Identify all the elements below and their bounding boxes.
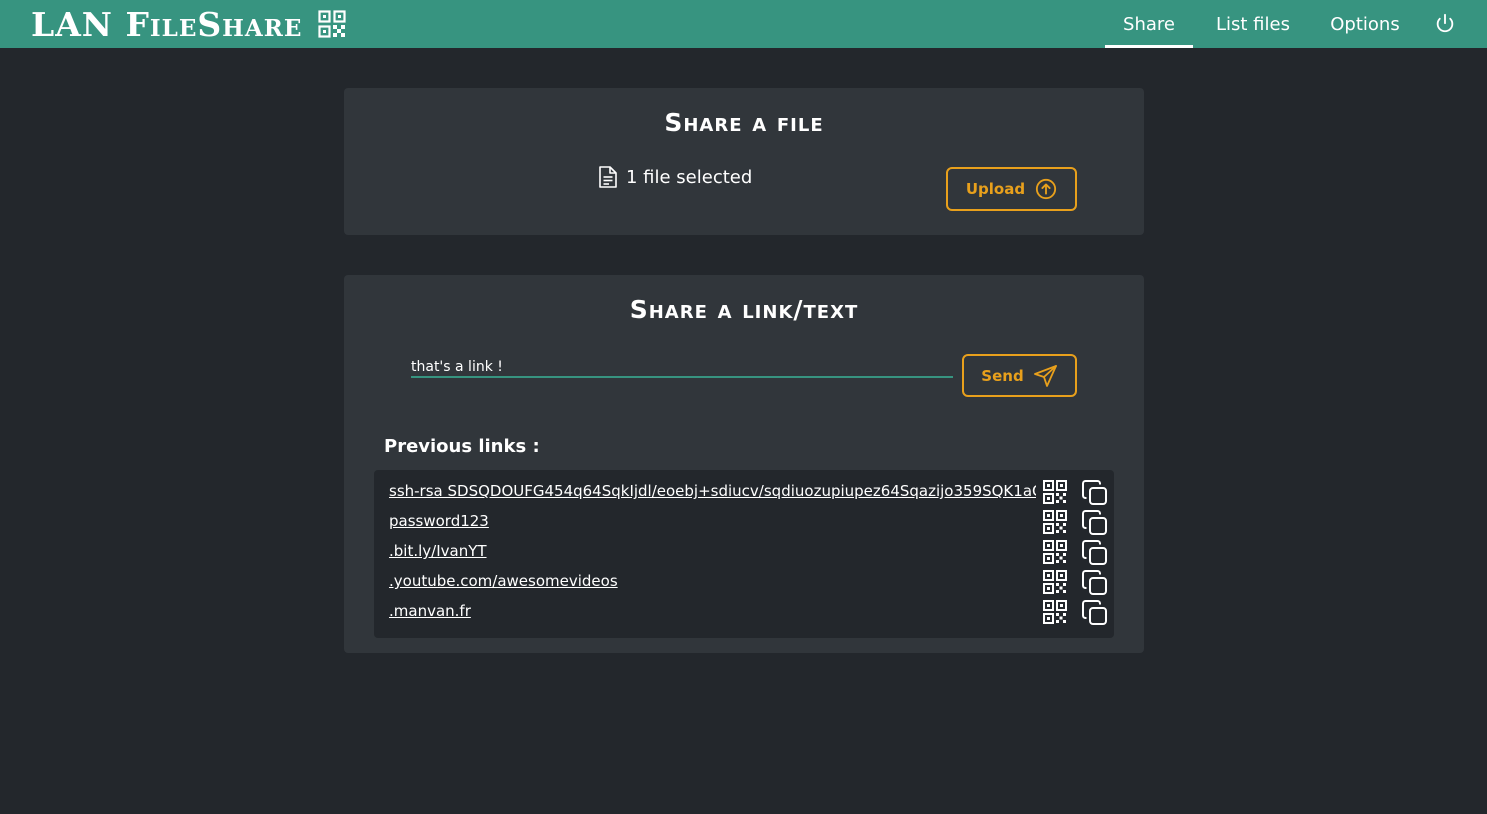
show-qr-button[interactable] bbox=[1043, 600, 1067, 624]
show-qr-button[interactable] bbox=[1043, 540, 1067, 564]
link-text[interactable]: .youtube.com/awesomevideos bbox=[389, 572, 1036, 590]
show-qr-button[interactable] bbox=[1043, 570, 1067, 594]
nav-list-files-label: List files bbox=[1216, 13, 1290, 35]
logout-button[interactable] bbox=[1430, 0, 1460, 48]
nav-options[interactable]: Options bbox=[1321, 0, 1409, 48]
power-icon bbox=[1436, 13, 1454, 33]
active-tab-indicator bbox=[1105, 45, 1193, 48]
nav-share-label: Share bbox=[1123, 13, 1175, 35]
nav-list-files[interactable]: List files bbox=[1206, 0, 1300, 48]
brand-title: LAN FileShare bbox=[31, 4, 303, 44]
arrow-up-circle-icon bbox=[1036, 178, 1057, 200]
copy-icon bbox=[1082, 510, 1107, 535]
qr-code-icon bbox=[1043, 600, 1067, 624]
file-status-text: 1 file selected bbox=[626, 166, 753, 188]
list-item: password123 bbox=[374, 508, 1114, 538]
send-button-label: Send bbox=[981, 366, 1024, 385]
copy-button[interactable] bbox=[1081, 569, 1108, 596]
share-file-title: Share a file bbox=[664, 108, 824, 137]
file-picker[interactable]: 1 file selected bbox=[598, 164, 752, 190]
copy-icon bbox=[1082, 600, 1107, 625]
qr-code-icon bbox=[1043, 570, 1067, 594]
qr-code-icon bbox=[318, 10, 347, 38]
list-item: .youtube.com/awesomevideos bbox=[374, 568, 1114, 598]
previous-links-list: ssh-rsa SDSQDOUFG454q64SqkIjdl/eoebj+sdi… bbox=[374, 470, 1114, 638]
list-item: .manvan.fr bbox=[374, 598, 1114, 628]
list-item: .bit.ly/IvanYT bbox=[374, 538, 1114, 568]
link-text[interactable]: .bit.ly/IvanYT bbox=[389, 542, 1036, 560]
link-text[interactable]: ssh-rsa SDSQDOUFG454q64SqkIjdl/eoebj+sdi… bbox=[389, 482, 1036, 500]
link-text[interactable]: password123 bbox=[389, 512, 1036, 530]
previous-links-label: Previous links : bbox=[384, 436, 540, 457]
copy-button[interactable] bbox=[1081, 509, 1108, 536]
qr-code-icon bbox=[1043, 510, 1067, 534]
show-qr-button[interactable] bbox=[1043, 510, 1067, 534]
copy-button[interactable] bbox=[1081, 479, 1108, 506]
copy-icon bbox=[1082, 540, 1107, 565]
nav-share[interactable]: Share bbox=[1105, 0, 1193, 48]
copy-icon bbox=[1082, 480, 1107, 505]
share-link-card: Share a link/text Send Previous links : … bbox=[344, 275, 1144, 653]
brand-logo[interactable]: LAN FileShare bbox=[31, 4, 347, 44]
copy-button[interactable] bbox=[1081, 539, 1108, 566]
share-link-title: Share a link/text bbox=[629, 295, 859, 324]
share-file-card: Share a file 1 file selected Upload bbox=[344, 88, 1144, 235]
copy-icon bbox=[1082, 570, 1107, 595]
list-item: ssh-rsa SDSQDOUFG454q64SqkIjdl/eoebj+sdi… bbox=[374, 478, 1114, 508]
nav-options-label: Options bbox=[1330, 13, 1400, 35]
navbar: LAN FileShare Share List files Options bbox=[0, 0, 1487, 48]
paper-plane-icon bbox=[1033, 364, 1057, 387]
show-qr-button[interactable] bbox=[1043, 480, 1067, 504]
upload-button-label: Upload bbox=[965, 180, 1026, 198]
copy-button[interactable] bbox=[1081, 599, 1108, 626]
qr-code-icon bbox=[1043, 480, 1067, 504]
link-text[interactable]: .manvan.fr bbox=[389, 602, 1036, 620]
qr-code-icon bbox=[1043, 540, 1067, 564]
send-button[interactable]: Send bbox=[962, 354, 1077, 397]
upload-button[interactable]: Upload bbox=[946, 167, 1077, 211]
document-icon bbox=[599, 166, 617, 188]
link-text-input[interactable] bbox=[411, 357, 953, 378]
